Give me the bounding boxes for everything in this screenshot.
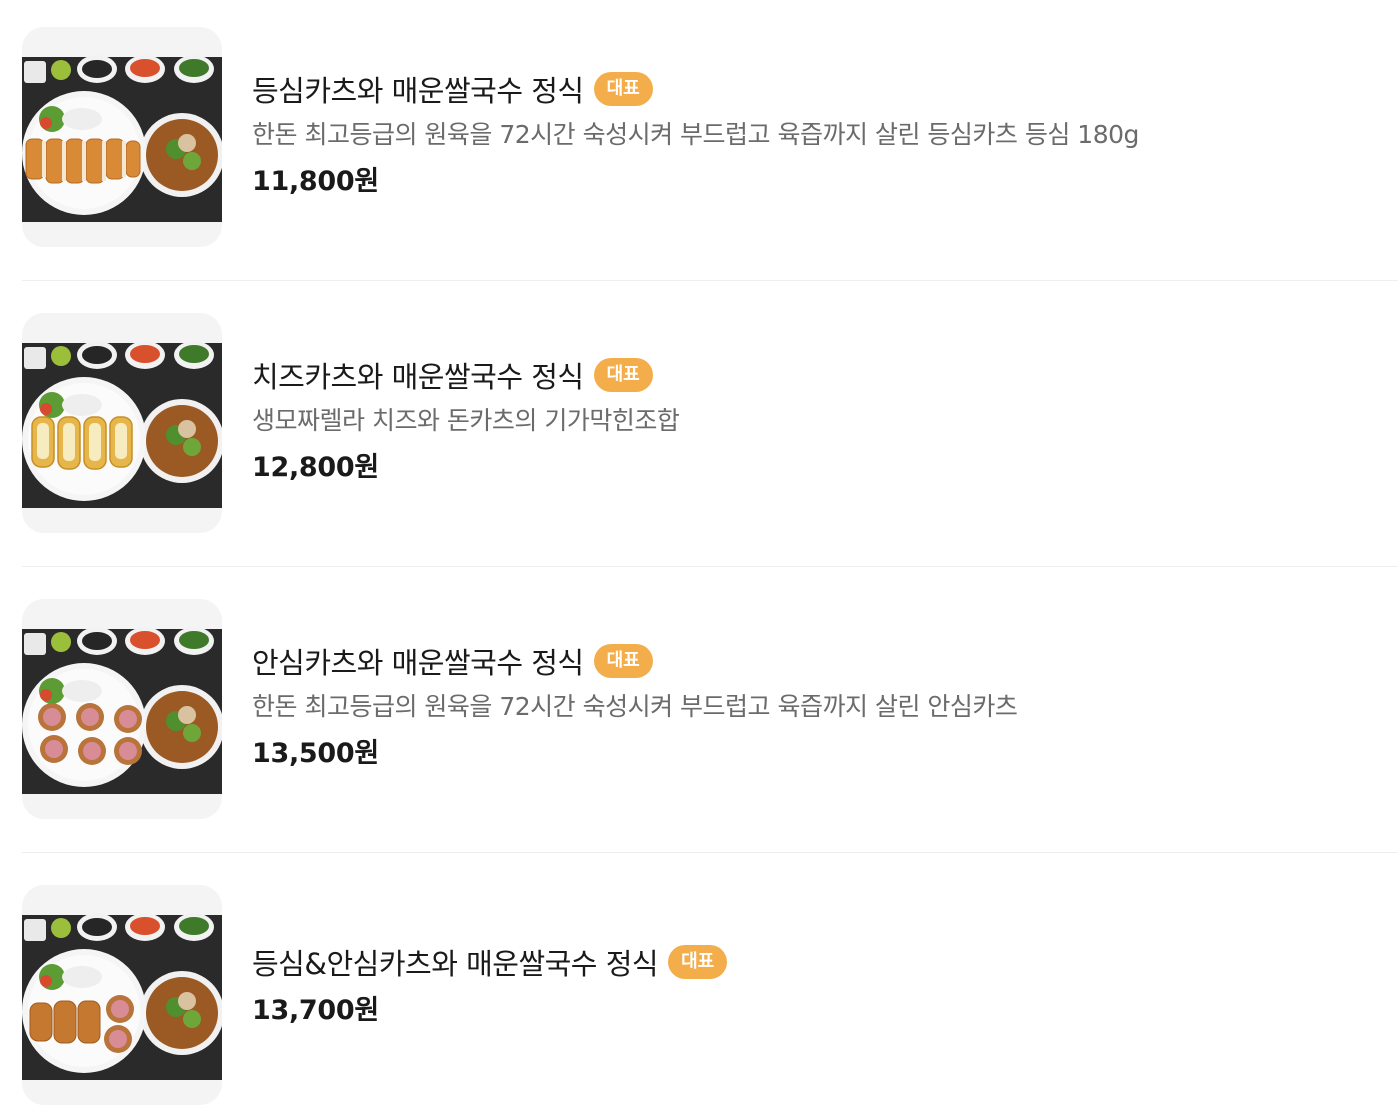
divider <box>22 852 1398 853</box>
menu-item-title: 안심카츠와 매운쌀국수 정식 <box>252 646 584 680</box>
menu-item-price: 12,800원 <box>252 452 379 483</box>
menu-item[interactable]: 치즈카츠와 매운쌀국수 정식 대표 생모짜렐라 치즈와 돈카츠의 기가막힌조합 … <box>0 313 1398 533</box>
menu-item-image <box>22 599 222 819</box>
signature-badge: 대표 <box>668 945 728 979</box>
menu-item[interactable]: 등심&안심카츠와 매운쌀국수 정식 대표 13,700원 <box>0 885 1398 1105</box>
menu-item-title: 등심카츠와 매운쌀국수 정식 <box>252 74 584 108</box>
menu-item-image <box>22 313 222 533</box>
signature-badge: 대표 <box>593 72 653 106</box>
food-photo-icon <box>22 913 222 1080</box>
menu-item-description: 한돈 최고등급의 원육을 72시간 숙성시켜 부드럽고 육즙까지 살린 안심카츠 <box>252 692 1018 721</box>
menu-item-info: 등심카츠와 매운쌀국수 정식 대표 한돈 최고등급의 원육을 72시간 숙성시켜… <box>252 69 1139 199</box>
menu-item-title: 치즈카츠와 매운쌀국수 정식 <box>252 360 584 394</box>
menu-list: 등심카츠와 매운쌀국수 정식 대표 한돈 최고등급의 원육을 72시간 숙성시켜… <box>0 0 1398 1105</box>
title-row: 치즈카츠와 매운쌀국수 정식 대표 <box>252 355 679 395</box>
menu-item-info: 치즈카츠와 매운쌀국수 정식 대표 생모짜렐라 치즈와 돈카츠의 기가막힌조합 … <box>252 355 680 485</box>
divider <box>22 566 1398 567</box>
menu-item-price: 13,700원 <box>252 995 379 1026</box>
signature-badge: 대표 <box>593 358 653 392</box>
food-photo-icon <box>22 627 222 794</box>
menu-item[interactable]: 안심카츠와 매운쌀국수 정식 대표 한돈 최고등급의 원육을 72시간 숙성시켜… <box>0 599 1398 819</box>
menu-item-title: 등심&안심카츠와 매운쌀국수 정식 <box>252 947 659 981</box>
menu-item-price: 11,800원 <box>252 166 379 197</box>
menu-item-image <box>22 885 222 1105</box>
food-photo-icon <box>22 341 222 508</box>
menu-item-price: 13,500원 <box>252 738 379 769</box>
food-photo-icon <box>22 55 222 222</box>
title-row: 등심카츠와 매운쌀국수 정식 대표 <box>252 69 1139 109</box>
title-row: 안심카츠와 매운쌀국수 정식 대표 <box>252 641 1017 681</box>
menu-item-description: 생모짜렐라 치즈와 돈카츠의 기가막힌조합 <box>252 406 680 435</box>
menu-item-description: 한돈 최고등급의 원육을 72시간 숙성시켜 부드럽고 육즙까지 살린 등심카츠… <box>252 120 1139 149</box>
signature-badge: 대표 <box>593 644 653 678</box>
menu-item-info: 등심&안심카츠와 매운쌀국수 정식 대표 13,700원 <box>252 942 728 1028</box>
menu-item-image <box>22 27 222 247</box>
menu-item[interactable]: 등심카츠와 매운쌀국수 정식 대표 한돈 최고등급의 원육을 72시간 숙성시켜… <box>0 27 1398 247</box>
menu-item-info: 안심카츠와 매운쌀국수 정식 대표 한돈 최고등급의 원육을 72시간 숙성시켜… <box>252 641 1018 771</box>
title-row: 등심&안심카츠와 매운쌀국수 정식 대표 <box>252 942 728 982</box>
divider <box>22 280 1398 281</box>
